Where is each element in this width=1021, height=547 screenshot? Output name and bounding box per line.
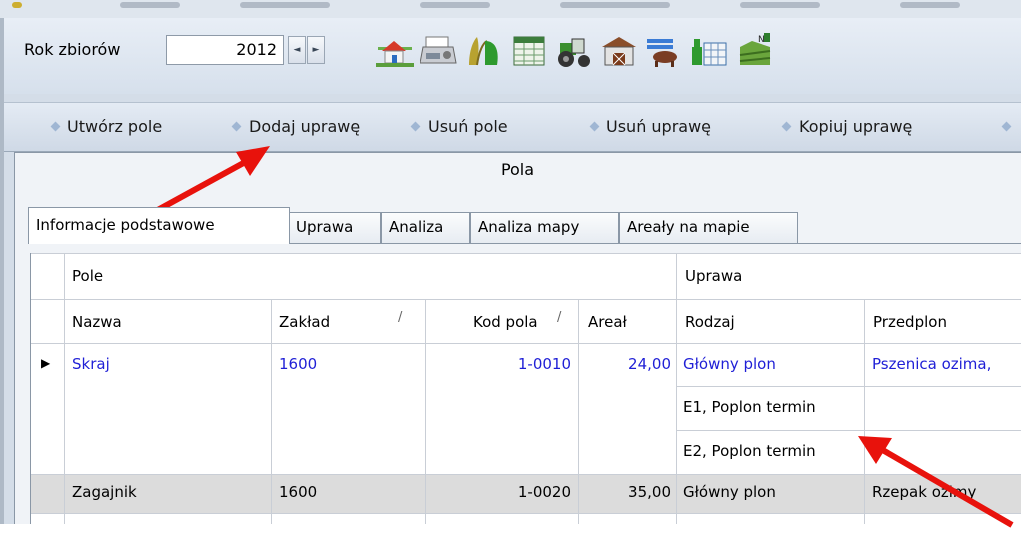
tab-map-areas[interactable]: Areały na mapie: [619, 212, 798, 243]
delete-crop-button[interactable]: Usuń uprawę: [606, 117, 711, 136]
row-indicator-icon: ▶: [41, 356, 51, 370]
harvest-year-input[interactable]: 2012: [166, 35, 284, 65]
field-fertilizer-icon[interactable]: N: [736, 33, 774, 69]
field-code[interactable]: 1-0020: [431, 483, 571, 501]
sort-icon: /: [557, 310, 562, 325]
column-header-przedplon[interactable]: Przedplon: [873, 313, 947, 331]
crop-type[interactable]: Główny plon: [683, 483, 776, 501]
delete-field-button[interactable]: Usuń pole: [428, 117, 508, 136]
printer-fax-icon[interactable]: [420, 33, 458, 69]
add-crop-button[interactable]: Dodaj uprawę: [249, 117, 360, 136]
column-header-zaklad[interactable]: Zakład: [279, 313, 330, 331]
tab-map-analysis[interactable]: Analiza mapy: [470, 212, 619, 243]
tab-basic-info[interactable]: Informacje podstawowe: [28, 207, 290, 244]
svg-text:N: N: [758, 35, 765, 45]
previous-crop[interactable]: Rzepak ozimy: [872, 483, 976, 501]
column-header-kod-pola[interactable]: Kod pola: [473, 313, 538, 331]
field-name[interactable]: Skraj: [72, 355, 110, 373]
copy-crop-button[interactable]: Kopiuj uprawę: [799, 117, 912, 136]
group-header-uprawa: Uprawa: [685, 267, 743, 285]
field-plant[interactable]: 1600: [279, 355, 317, 373]
screenshot-bottom-margin: [0, 524, 1021, 547]
column-header-rodzaj[interactable]: Rodzaj: [685, 313, 735, 331]
livestock-icon[interactable]: [645, 33, 683, 69]
year-prev-button[interactable]: ◄: [288, 36, 306, 64]
field-code[interactable]: 1-0010: [431, 355, 571, 373]
spreadsheet-icon[interactable]: [510, 33, 548, 69]
barn-icon[interactable]: [600, 33, 638, 69]
create-field-button[interactable]: Utwórz pole: [67, 117, 162, 136]
field-area[interactable]: 35,00: [581, 483, 671, 501]
warehouse-icon[interactable]: [690, 33, 728, 69]
field-name[interactable]: Zagajnik: [72, 483, 137, 501]
crop-type[interactable]: Główny plon: [683, 355, 776, 373]
column-header-areal[interactable]: Areał: [588, 313, 627, 331]
field-area[interactable]: 24,00: [581, 355, 671, 373]
tab-analysis[interactable]: Analiza: [381, 212, 470, 243]
tab-crop[interactable]: Uprawa: [288, 212, 381, 243]
fields-grid: Pole Uprawa Nazwa Zakład / Kod pola / Ar…: [30, 253, 1021, 528]
tractor-icon[interactable]: [556, 33, 594, 69]
year-next-button[interactable]: ►: [307, 36, 325, 64]
column-header-nazwa[interactable]: Nazwa: [72, 313, 122, 331]
group-header-pole: Pole: [72, 267, 104, 285]
crop-type[interactable]: E1, Poplon termin: [683, 398, 816, 416]
harvest-year-label: Rok zbiorów: [24, 40, 121, 59]
crop-type[interactable]: E2, Poplon termin: [683, 442, 816, 460]
sort-icon: /: [398, 310, 403, 325]
farm-house-icon[interactable]: [376, 33, 414, 69]
panel-title: Pola: [500, 160, 535, 179]
grain-fertilizer-icon[interactable]: [463, 33, 501, 69]
previous-crop[interactable]: Pszenica ozima,: [872, 355, 991, 373]
window-title-bar: [0, 0, 1021, 18]
field-plant[interactable]: 1600: [279, 483, 317, 501]
